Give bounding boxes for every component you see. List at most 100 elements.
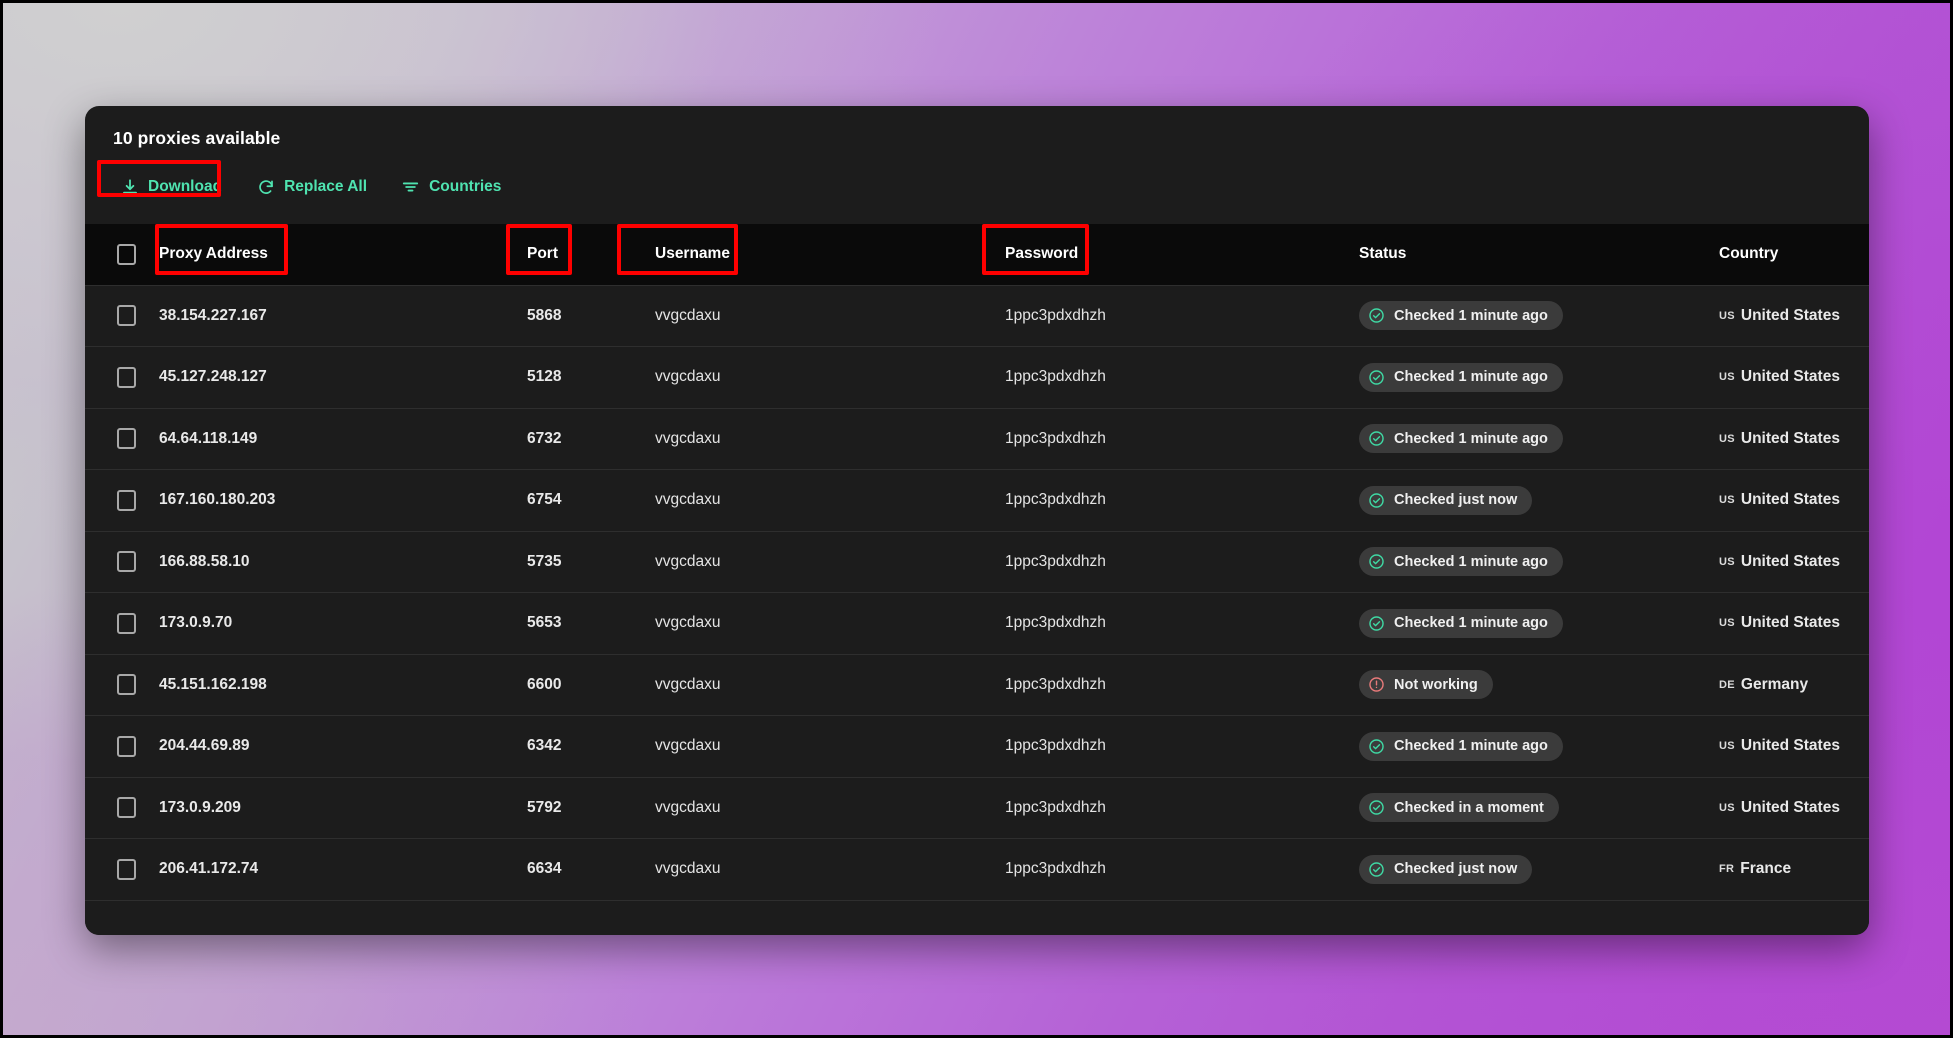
status-badge: Checked 1 minute ago bbox=[1359, 424, 1563, 454]
cell-port: 5128 bbox=[527, 368, 562, 386]
page-title: 10 proxies available bbox=[113, 128, 281, 148]
status-badge-label: Checked 1 minute ago bbox=[1394, 307, 1548, 324]
row-checkbox[interactable] bbox=[116, 551, 136, 573]
cell-proxy-address: 173.0.9.70 bbox=[159, 614, 233, 632]
cell-proxy-address: 45.127.248.127 bbox=[159, 368, 267, 386]
row-checkbox[interactable] bbox=[116, 797, 136, 819]
cell-country: us United States bbox=[1719, 307, 1869, 325]
table-row[interactable]: 38.154.227.167 5868 vvgcdaxu 1ppc3pdxdhzh Ch… bbox=[85, 285, 1869, 347]
status-badge: Checked just now bbox=[1359, 485, 1533, 515]
proxy-list-card: 10 proxies available Download Replace Al… bbox=[85, 106, 1869, 935]
row-select-cell bbox=[85, 428, 159, 450]
filter-icon bbox=[401, 177, 420, 196]
cell-password: 1ppc3pdxdhzh bbox=[1005, 798, 1106, 816]
cell-status: Checked just now bbox=[1359, 854, 1719, 884]
status-badge: Checked 1 minute ago bbox=[1359, 362, 1563, 392]
replace-all-button-label: Replace All bbox=[284, 177, 368, 195]
cell-username: vvgcdaxu bbox=[655, 614, 721, 632]
country-name: United States bbox=[1740, 306, 1840, 324]
download-icon bbox=[120, 177, 139, 196]
cell-port: 6600 bbox=[527, 675, 562, 693]
table-row[interactable]: 64.64.118.149 6732 vvgcdaxu 1ppc3pdxdhzh Che… bbox=[85, 408, 1869, 470]
cell-status: Checked 1 minute ago bbox=[1359, 731, 1719, 761]
country-name: Germany bbox=[1740, 675, 1809, 693]
cell-status: Checked 1 minute ago bbox=[1359, 547, 1719, 577]
cell-country: FR France bbox=[1719, 860, 1869, 878]
country-code: us bbox=[1719, 555, 1735, 568]
table-row[interactable]: 206.41.172.74 6634 vvgcdaxu 1ppc3pdxdhzh Che… bbox=[85, 839, 1869, 901]
row-checkbox[interactable] bbox=[116, 428, 136, 450]
cell-status: Checked in a moment bbox=[1359, 793, 1719, 823]
table-row[interactable]: 167.160.180.203 6754 vvgcdaxu 1ppc3pdxdhzh C… bbox=[85, 470, 1869, 532]
country-code: us bbox=[1719, 617, 1735, 630]
table-row[interactable]: 45.151.162.198 6600 vvgcdaxu 1ppc3pdxdhzh No… bbox=[85, 654, 1869, 716]
table-row[interactable]: 173.0.9.209 5792 vvgcdaxu 1ppc3pdxdhzh Check… bbox=[85, 777, 1869, 839]
country-name: United States bbox=[1740, 552, 1840, 570]
select-all-cell bbox=[85, 243, 159, 265]
country-code: us bbox=[1719, 371, 1735, 384]
country-code: us bbox=[1719, 432, 1735, 445]
cell-port: 6634 bbox=[527, 860, 562, 878]
page-background: 10 proxies available Download Replace Al… bbox=[3, 3, 1950, 1035]
cell-password: 1ppc3pdxdhzh bbox=[1005, 675, 1106, 693]
status-badge: Checked 1 minute ago bbox=[1359, 301, 1563, 331]
cell-username: vvgcdaxu bbox=[655, 429, 721, 447]
replace-all-button[interactable]: Replace All bbox=[247, 172, 376, 201]
row-checkbox[interactable] bbox=[116, 305, 136, 327]
status-badge-label: Checked 1 minute ago bbox=[1394, 738, 1548, 755]
country-code: us bbox=[1719, 494, 1735, 507]
column-header-proxy-address[interactable]: Proxy Address bbox=[159, 245, 527, 263]
table-row[interactable]: 173.0.9.70 5653 vvgcdaxu 1ppc3pdxdhzh Checke… bbox=[85, 593, 1869, 655]
country-name: United States bbox=[1740, 491, 1840, 509]
refresh-icon bbox=[256, 177, 275, 196]
cell-password: 1ppc3pdxdhzh bbox=[1005, 368, 1106, 386]
table-row[interactable]: 45.127.248.127 5128 vvgcdaxu 1ppc3pdxdhzh Ch… bbox=[85, 347, 1869, 409]
cell-status: Not working bbox=[1359, 670, 1719, 700]
column-header-status[interactable]: Status bbox=[1359, 245, 1719, 263]
row-checkbox[interactable] bbox=[116, 674, 136, 696]
cell-status: Checked 1 minute ago bbox=[1359, 608, 1719, 638]
download-button-label: Download bbox=[148, 177, 223, 195]
table-header-row: Proxy Address Port Username Password Sta… bbox=[85, 223, 1869, 286]
cell-username: vvgcdaxu bbox=[655, 798, 721, 816]
status-badge-label: Checked in a moment bbox=[1394, 799, 1544, 816]
cell-port: 6754 bbox=[527, 491, 562, 509]
country-code: us bbox=[1719, 309, 1735, 322]
cell-port: 5653 bbox=[527, 614, 562, 632]
status-badge-label: Checked 1 minute ago bbox=[1394, 615, 1548, 632]
cell-status: Checked 1 minute ago bbox=[1359, 362, 1719, 392]
column-header-country[interactable]: Country bbox=[1719, 245, 1869, 263]
table-row[interactable]: 166.88.58.10 5735 vvgcdaxu 1ppc3pdxdhzh Chec… bbox=[85, 531, 1869, 593]
row-checkbox[interactable] bbox=[116, 612, 136, 634]
status-badge-label: Checked just now bbox=[1394, 492, 1518, 509]
cell-username: vvgcdaxu bbox=[655, 368, 721, 386]
country-code: us bbox=[1719, 740, 1735, 753]
column-header-port[interactable]: Port bbox=[527, 245, 655, 263]
status-badge-label: Checked 1 minute ago bbox=[1394, 553, 1548, 570]
status-badge: Not working bbox=[1359, 670, 1493, 700]
cell-status: Checked 1 minute ago bbox=[1359, 424, 1719, 454]
cell-username: vvgcdaxu bbox=[655, 737, 721, 755]
row-checkbox[interactable] bbox=[116, 366, 136, 388]
download-button[interactable]: Download bbox=[113, 172, 231, 201]
cell-country: us United States bbox=[1719, 737, 1869, 755]
country-name: United States bbox=[1740, 798, 1840, 816]
row-checkbox[interactable] bbox=[116, 858, 136, 880]
column-header-username[interactable]: Username bbox=[655, 245, 1005, 263]
column-header-password[interactable]: Password bbox=[1005, 245, 1359, 263]
table-row[interactable]: 204.44.69.89 6342 vvgcdaxu 1ppc3pdxdhzh Chec… bbox=[85, 716, 1869, 778]
row-checkbox[interactable] bbox=[116, 735, 136, 757]
status-badge-label: Checked 1 minute ago bbox=[1394, 369, 1548, 386]
status-badge-label: Checked just now bbox=[1394, 861, 1518, 878]
select-all-checkbox[interactable] bbox=[116, 243, 136, 265]
cell-country: us United States bbox=[1719, 368, 1869, 386]
cell-password: 1ppc3pdxdhzh bbox=[1005, 429, 1106, 447]
table-body: 38.154.227.167 5868 vvgcdaxu 1ppc3pdxdhzh Ch… bbox=[85, 285, 1869, 901]
row-select-cell bbox=[85, 489, 159, 511]
row-checkbox[interactable] bbox=[116, 489, 136, 511]
cell-password: 1ppc3pdxdhzh bbox=[1005, 614, 1106, 632]
countries-filter-button[interactable]: Countries bbox=[392, 172, 510, 201]
proxy-table: Proxy Address Port Username Password Sta… bbox=[85, 223, 1869, 901]
status-badge: Checked 1 minute ago bbox=[1359, 547, 1563, 577]
cell-username: vvgcdaxu bbox=[655, 491, 721, 509]
